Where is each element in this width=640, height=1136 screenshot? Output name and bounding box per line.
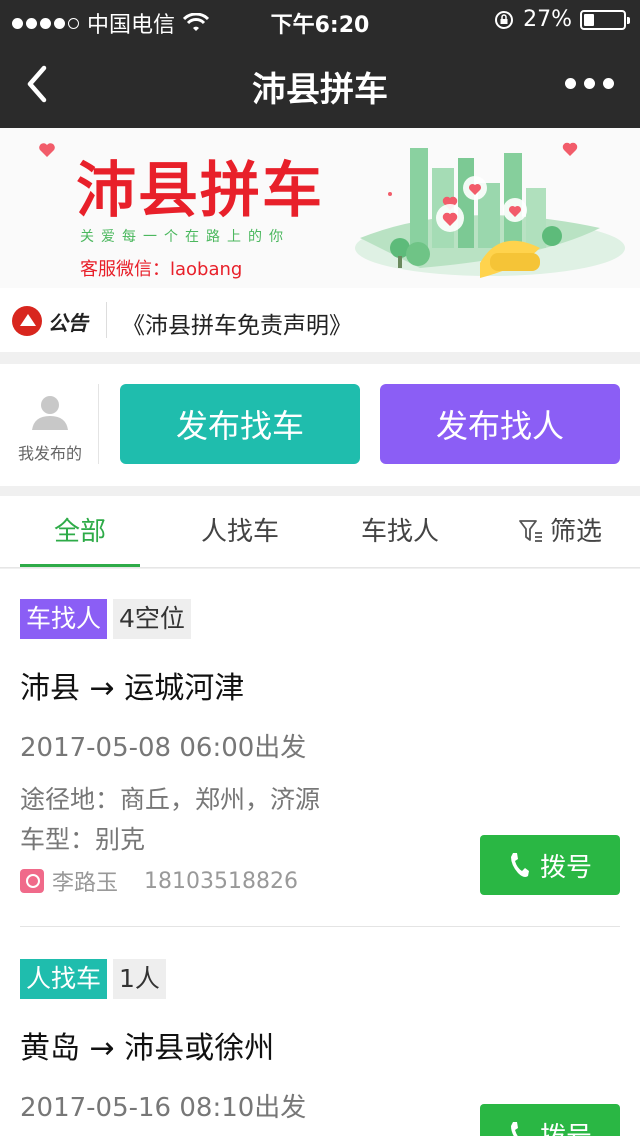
notice-label: 公告 — [48, 310, 88, 335]
promo-banner[interactable]: 沛县拼车 关爱每一个在路上的你 客服微信：laobang — [0, 128, 640, 288]
via-points: 途径地：商丘，郑州，济源 — [20, 785, 321, 814]
contact-name: 李路玉 — [52, 871, 119, 896]
battery-icon — [580, 9, 630, 30]
list-item[interactable]: 车找人 4空位 沛县 → 运城河津 2017-05-08 06:00出发 途径地… — [20, 599, 620, 927]
banner-contact: 客服微信：laobang — [80, 259, 243, 280]
phone-number: 18103518826 — [144, 868, 298, 894]
my-posts-label: 我发布的 — [17, 444, 82, 463]
rotation-lock-icon — [495, 10, 514, 29]
phone-icon — [510, 1122, 518, 1136]
seat-badge: 4空位 — [113, 599, 191, 639]
post-find-person-button[interactable]: 发布找人 — [380, 384, 620, 464]
banner-title: 沛县拼车 — [76, 156, 324, 226]
notice-logo-icon — [12, 306, 42, 336]
filter-tabs: 全部 人找车 车找人 筛选 — [0, 496, 640, 568]
route-text: 黄岛 → 沛县或徐州 — [20, 1031, 275, 1066]
route-text: 沛县 → 运城河津 — [20, 671, 245, 706]
nav-bar: 沛县拼车 — [0, 40, 640, 128]
contact-info: 李路玉 18103518826 — [20, 865, 298, 897]
tab-person-find-car[interactable]: 人找车 — [160, 496, 320, 568]
dial-label: 拨号 — [539, 852, 592, 883]
notice-link[interactable]: 《沛县拼车免责声明》 — [122, 306, 352, 340]
tab-filter[interactable]: 筛选 — [480, 496, 640, 568]
active-tab-indicator — [20, 564, 140, 567]
type-badge: 车找人 — [20, 599, 108, 639]
dial-button[interactable]: 拨号 — [480, 1104, 620, 1136]
notice-badge: 公告 — [12, 306, 88, 336]
listing-list: 车找人 4空位 沛县 → 运城河津 2017-05-08 06:00出发 途径地… — [0, 569, 640, 1136]
status-bar: 中国电信 下午6:20 27% — [0, 0, 640, 40]
female-icon — [20, 869, 44, 893]
notice-bar[interactable]: 公告 《沛县拼车免责声明》 — [0, 288, 640, 352]
departure-time: 2017-05-08 06:00出发 — [20, 733, 307, 763]
tab-all[interactable]: 全部 — [0, 496, 160, 568]
tab-car-find-person[interactable]: 车找人 — [320, 496, 480, 568]
battery-percent: 27% — [523, 7, 572, 32]
post-find-car-button[interactable]: 发布找车 — [120, 384, 360, 464]
phone-icon — [510, 853, 529, 877]
tag-row: 人找车 1人 — [20, 959, 620, 999]
divider — [106, 302, 107, 338]
heart-icon — [39, 143, 55, 157]
tab-filter-label: 筛选 — [549, 517, 602, 547]
tag-row: 车找人 4空位 — [20, 599, 620, 639]
divider — [98, 384, 99, 464]
page-title: 沛县拼车 — [252, 70, 388, 110]
user-icon — [32, 396, 68, 430]
filter-icon — [519, 519, 542, 542]
city-illustration — [355, 142, 625, 278]
dial-button[interactable]: 拨号 — [480, 835, 620, 895]
list-item[interactable]: 人找车 1人 黄岛 → 沛县或徐州 2017-05-16 08:10出发 拨号 — [20, 959, 620, 1136]
status-right: 27% — [493, 7, 630, 32]
dial-label: 拨号 — [540, 1116, 592, 1136]
my-posts-button[interactable]: 我发布的 — [10, 392, 90, 464]
type-badge: 人找车 — [20, 959, 108, 999]
action-row: 我发布的 发布找车 发布找人 — [0, 364, 640, 486]
banner-subtitle: 关爱每一个在路上的你 — [80, 229, 290, 245]
more-dots-icon[interactable] — [565, 78, 614, 89]
seat-badge: 1人 — [113, 959, 166, 999]
